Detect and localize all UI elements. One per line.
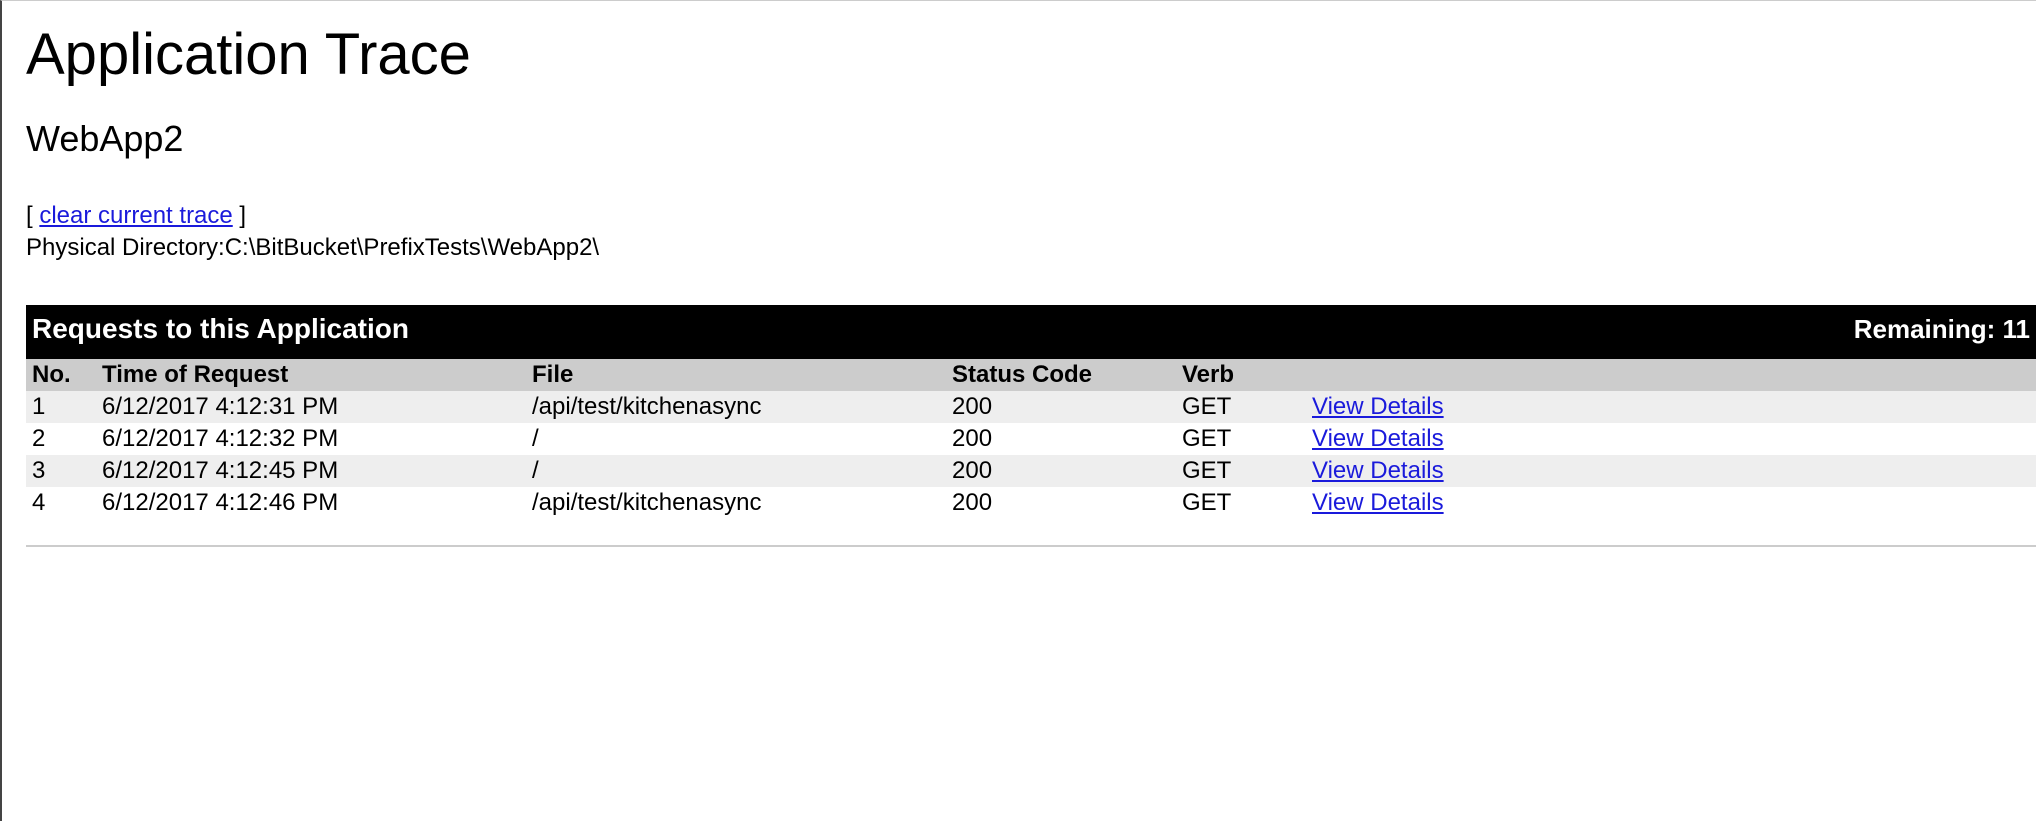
- table-row: 26/12/2017 4:12:32 PM/200GETView Details: [26, 423, 2036, 455]
- cell-no: 2: [26, 423, 96, 455]
- table-row: 36/12/2017 4:12:45 PM/200GETView Details: [26, 455, 2036, 487]
- cell-time: 6/12/2017 4:12:31 PM: [96, 391, 526, 423]
- cell-time: 6/12/2017 4:12:32 PM: [96, 423, 526, 455]
- bracket-close: ]: [239, 202, 246, 229]
- table-caption-row: Requests to this Application Remaining: …: [26, 305, 2036, 359]
- header-verb: Verb: [1176, 359, 1306, 391]
- table-header-row: No. Time of Request File Status Code Ver…: [26, 359, 2036, 391]
- bracket-open: [: [26, 202, 39, 229]
- cell-file: /: [526, 455, 946, 487]
- cell-no: 4: [26, 487, 96, 519]
- app-name: WebApp2: [26, 118, 2036, 160]
- table-row: 46/12/2017 4:12:46 PM/api/test/kitchenas…: [26, 487, 2036, 519]
- header-file: File: [526, 359, 946, 391]
- physical-dir-value: C:\BitBucket\PrefixTests\WebApp2\: [225, 234, 599, 261]
- cell-details: View Details: [1306, 455, 2036, 487]
- cell-verb: GET: [1176, 487, 1306, 519]
- cell-time: 6/12/2017 4:12:45 PM: [96, 455, 526, 487]
- view-details-link[interactable]: View Details: [1312, 457, 1444, 484]
- cell-details: View Details: [1306, 487, 2036, 519]
- cell-status: 200: [946, 391, 1176, 423]
- cell-status: 200: [946, 423, 1176, 455]
- header-no: No.: [26, 359, 96, 391]
- physical-dir-label: Physical Directory:: [26, 234, 225, 261]
- header-status: Status Code: [946, 359, 1176, 391]
- cell-file: /api/test/kitchenasync: [526, 391, 946, 423]
- requests-table: Requests to this Application Remaining: …: [26, 305, 2036, 519]
- cell-no: 1: [26, 391, 96, 423]
- clear-trace-link[interactable]: clear current trace: [39, 202, 232, 229]
- cell-details: View Details: [1306, 423, 2036, 455]
- cell-verb: GET: [1176, 423, 1306, 455]
- view-details-link[interactable]: View Details: [1312, 425, 1444, 452]
- cell-status: 200: [946, 455, 1176, 487]
- cell-details: View Details: [1306, 391, 2036, 423]
- header-details: [1306, 359, 2036, 391]
- page-title: Application Trace: [26, 21, 2036, 88]
- footer-rule: [26, 545, 2036, 547]
- info-block: [ clear current trace ] Physical Directo…: [26, 200, 2036, 265]
- header-time: Time of Request: [96, 359, 526, 391]
- cell-time: 6/12/2017 4:12:46 PM: [96, 487, 526, 519]
- remaining-label: Remaining: 11: [1176, 305, 2036, 359]
- cell-file: /: [526, 423, 946, 455]
- cell-no: 3: [26, 455, 96, 487]
- cell-verb: GET: [1176, 391, 1306, 423]
- view-details-link[interactable]: View Details: [1312, 393, 1444, 420]
- cell-file: /api/test/kitchenasync: [526, 487, 946, 519]
- view-details-link[interactable]: View Details: [1312, 489, 1444, 516]
- cell-verb: GET: [1176, 455, 1306, 487]
- table-caption: Requests to this Application: [26, 305, 1176, 359]
- cell-status: 200: [946, 487, 1176, 519]
- table-row: 16/12/2017 4:12:31 PM/api/test/kitchenas…: [26, 391, 2036, 423]
